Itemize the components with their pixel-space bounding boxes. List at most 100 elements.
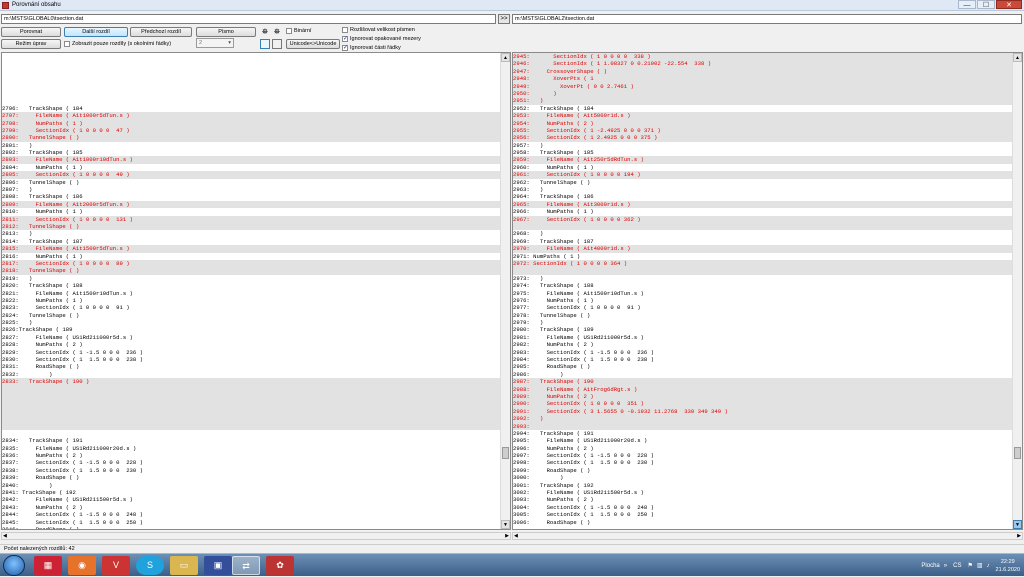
case-sensitive-label: Rozlišovat velikost písmen [350,27,415,33]
explorer-icon[interactable]: ▭ [170,556,198,575]
code-line: 2818: TunnelShape ( ) [2,267,500,275]
code-line [513,267,1012,275]
clock[interactable]: 22:29 21.6.2020 [996,558,1020,574]
font-button[interactable]: Písmo [196,27,256,37]
volume-icon[interactable]: ♪ [987,563,990,569]
scroll-thumb[interactable] [502,447,509,459]
minimize-button[interactable]: — [958,0,976,9]
code-line: 2993: [513,422,1012,430]
code-line: 2845: SectionIdx ( 1 1.5 0 0 0 250 ) [2,518,143,526]
code-line: 2982: NumPaths ( 2 ) [513,341,594,349]
scroll-up-icon[interactable]: ▲ [1013,53,1022,62]
next-diff-button[interactable]: Další rozdíl [64,27,128,37]
code-line: 2980: TrackShape ( 189 [513,326,594,334]
right-path-field[interactable]: m:\MSTS\GLOBAL2\tsection.dat [512,14,1022,24]
firefox-icon[interactable]: ◉ [68,556,96,575]
code-line: 2995: FileName ( US1Rd211000r20d.s ) [513,437,648,445]
expand-tray-icon[interactable]: » [944,563,947,569]
scroll-down-icon[interactable]: ▼ [501,520,510,529]
prev-diff-button[interactable]: Předchozí rozdíl [130,27,192,37]
code-line: 3004: SectionIdx ( 1 -1.5 0 0 0 248 ) [513,503,654,511]
checkbox-box [342,27,348,33]
case-sensitive-checkbox[interactable]: Rozlišovat velikost písmen [342,26,415,34]
right-vertical-scrollbar[interactable]: ▲ ▼ [1012,53,1022,529]
code-line: 2827: FileName ( US1Rd211000r5d.s ) [2,333,133,341]
compare-button[interactable]: Porovnat [1,27,61,37]
left-path-field[interactable]: m:\MSTS\GLOBAL0\tsection.dat [1,14,496,24]
edit-mode-button[interactable]: Režim úprav [1,39,61,49]
desktop-label[interactable]: Plocha [921,563,939,569]
language-indicator[interactable]: CS [953,563,961,569]
code-line: 2839: RoadShape ( ) [2,474,80,482]
flag-icon[interactable]: ⚑ [967,562,972,569]
ignore-parts-checkbox[interactable]: ✓ Ignorovat části řádky [342,44,401,52]
code-line: 2812: TunnelShape ( ) [2,222,500,231]
scroll-thumb[interactable] [1014,447,1021,459]
code-line: 2950: ) [513,89,1012,98]
media-player-icon[interactable]: ▦ [34,556,62,575]
code-line: 2983: SectionIdx ( 1 -1.5 0 0 0 236 ) [513,348,654,356]
maximize-button[interactable]: ☐ [977,0,995,9]
left-panel-icon[interactable] [260,39,270,49]
code-line: 2820: TrackShape ( 188 [2,282,83,290]
scroll-right-icon[interactable]: ▶ [505,533,509,539]
code-line: 2838: SectionIdx ( 1 1.5 0 0 0 230 ) [2,466,143,474]
binary-checkbox[interactable]: Binární [286,27,311,35]
right-text-pane[interactable]: 2945: SectionIdx ( 1 0 0 0 0 338 ) 2946: … [512,52,1023,530]
scroll-down-icon[interactable]: ▼ [1013,520,1022,529]
scroll-right-icon[interactable]: ▶ [1017,533,1021,539]
unicode-button[interactable]: Unicode<>Unicode [286,39,340,49]
code-line: 2987: TrackShape ( 190 [513,378,1012,386]
checkmark-icon: ✓ [342,36,349,42]
code-line: 2796: TrackShape ( 184 [2,104,83,112]
code-line: 2831: RoadShape ( ) [2,363,80,371]
left-text-pane[interactable]: 2796: TrackShape ( 184 2797: FileName ( A… [1,52,511,530]
network-icon[interactable]: ▥ [977,562,983,569]
left-vertical-scrollbar[interactable]: ▲ ▼ [500,53,510,529]
code-line: 2968: ) [513,230,544,238]
scroll-up-icon[interactable]: ▲ [501,53,510,62]
scroll-left-icon[interactable]: ◀ [3,533,7,539]
show-diffs-only-checkbox[interactable]: Zobrazit pouze rozdíly (s okolními řádky… [64,40,171,48]
code-line: 2829: SectionIdx ( 1 -1.5 0 0 0 236 ) [2,348,143,356]
code-line [2,407,500,416]
checkbox-box [64,41,70,47]
ignore-spaces-label: Ignorovat opakované mezery [350,36,421,42]
code-line: 2840: ) [2,481,53,489]
clock-time: 22:29 [1000,558,1015,565]
start-button[interactable] [3,555,25,576]
status-bar: Počet nalezených rozdílů: 42 [0,544,1024,553]
close-button[interactable]: ✕ [996,0,1022,9]
skype-icon[interactable]: S [136,556,164,575]
code-line: 3005: SectionIdx ( 1 1.5 0 0 0 250 ) [513,511,654,519]
code-line: 2984: SectionIdx ( 1 1.5 0 0 0 238 ) [513,356,654,364]
code-line: 2999: RoadShape ( ) [513,466,591,474]
ignore-spaces-checkbox[interactable]: ✓ Ignorovat opakované mezery [342,35,421,43]
code-line: 2821: FileName ( A1t1500r10dTun.s ) [2,289,133,297]
binoculars-back-icon[interactable]: ⛯ [272,27,282,37]
left-browse-button[interactable]: >> [498,14,510,24]
vivaldi-icon[interactable]: V [102,556,130,575]
context-lines-select[interactable]: 2 ▾ [196,38,234,48]
code-line: 2813: ) [2,230,33,238]
binoculars-icon[interactable]: ⛯ [260,27,270,37]
right-panel-icon[interactable] [272,39,282,49]
left-horizontal-scrollbar[interactable]: ◀ ▶ [1,532,511,540]
code-line: 2969: TrackShape ( 187 [513,237,594,245]
code-line: 2948: XoverPts ( 1 [513,75,1012,83]
scroll-left-icon[interactable]: ◀ [514,533,518,539]
paint-icon[interactable]: ✿ [266,556,294,575]
code-line: 2962: TunnelShape ( ) [513,178,591,186]
code-line: 3002: FileName ( US1Rd211500r5d.s ) [513,489,644,497]
code-line: 2981: FileName ( US1Rd211000r5d.s ) [513,333,644,341]
compare-tool-icon[interactable]: ⇄ [232,556,260,575]
code-line: 2819: ) [2,274,33,282]
code-line: 2806: TunnelShape ( ) [2,178,80,186]
code-line: 2945: SectionIdx ( 1 0 0 0 0 338 ) [513,53,1012,61]
right-horizontal-scrollbar[interactable]: ◀ ▶ [512,532,1023,540]
floppy-icon[interactable]: ▣ [204,556,232,575]
code-line: 2797: FileName ( A1t1000r5dTun.s ) [2,112,500,120]
code-line: 2996: NumPaths ( 2 ) [513,444,594,452]
